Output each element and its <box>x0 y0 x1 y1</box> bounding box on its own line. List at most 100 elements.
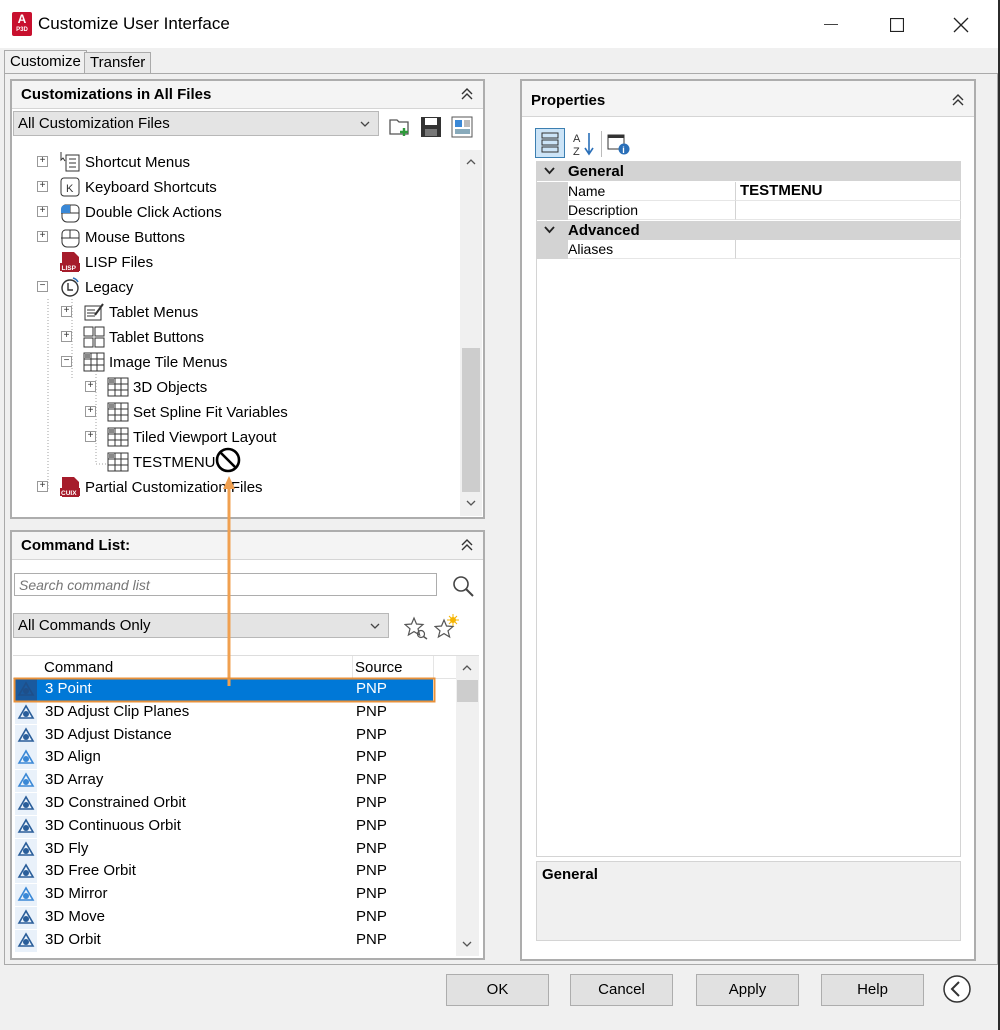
scroll-up-icon[interactable] <box>462 664 472 671</box>
collapse-icon[interactable] <box>461 87 473 101</box>
help-button[interactable]: Help <box>821 974 924 1006</box>
app-icon: A P3D <box>12 12 32 36</box>
svg-text:i: i <box>622 145 625 155</box>
expand-icon[interactable]: + <box>37 231 48 242</box>
expand-icon[interactable]: + <box>37 481 48 492</box>
property-row[interactable]: Aliases <box>536 240 961 259</box>
command-row[interactable]: 3D Adjust Clip Planes PNP <box>14 701 455 724</box>
property-value[interactable] <box>736 240 961 259</box>
chevron-down-icon[interactable] <box>544 225 555 234</box>
tree-item[interactable]: + Set Spline Fit Variables <box>85 400 288 424</box>
expand-icon[interactable]: + <box>61 306 72 317</box>
expand-icon[interactable]: + <box>61 331 72 342</box>
expand-icon[interactable]: + <box>85 431 96 442</box>
cui-editor-icon[interactable] <box>451 115 475 139</box>
property-name: Aliases <box>568 240 736 259</box>
tree-item-label: Tablet Menus <box>109 303 199 321</box>
collapse-node-icon[interactable]: − <box>61 356 72 367</box>
command-filter-value: All Commands Only <box>18 617 151 634</box>
tab-customize[interactable]: Customize <box>4 50 87 74</box>
property-value[interactable]: TESTMENU <box>736 182 961 201</box>
tree-item[interactable]: + Tablet Buttons <box>61 325 204 349</box>
maximize-button[interactable] <box>874 8 920 42</box>
property-category[interactable]: General <box>536 162 961 181</box>
tree-item[interactable]: + Tablet Menus <box>61 300 199 324</box>
tree-item[interactable]: − Image Tile Menus <box>61 350 227 374</box>
tree-item[interactable]: + Tiled Viewport Layout <box>85 425 276 449</box>
tree-item-label: Partial Customization Files <box>85 478 263 496</box>
command-row[interactable]: 3D Orbit PNP <box>14 929 455 952</box>
close-button[interactable] <box>938 8 984 42</box>
command-row[interactable]: 3D Adjust Distance PNP <box>14 724 455 747</box>
command-row[interactable]: 3 Point PNP <box>14 678 433 701</box>
property-pages-icon[interactable]: i <box>607 132 631 156</box>
chevron-down-icon <box>370 623 380 629</box>
property-category[interactable]: Advanced <box>536 220 961 240</box>
scroll-up-icon[interactable] <box>466 158 476 165</box>
tree-item[interactable]: − Legacy <box>37 275 133 299</box>
categorized-button[interactable] <box>535 128 565 158</box>
command-source: PNP <box>356 885 387 903</box>
property-row[interactable]: Description <box>536 201 961 220</box>
property-row[interactable]: Name TESTMENU <box>536 181 961 201</box>
new-command-icon[interactable] <box>434 614 460 640</box>
tree-item[interactable]: + Mouse Buttons <box>37 225 185 249</box>
expand-icon[interactable]: + <box>37 206 48 217</box>
column-source[interactable]: Source <box>355 659 403 676</box>
tree-item[interactable]: + K Keyboard Shortcuts <box>37 175 217 199</box>
command-row[interactable]: 3D Free Orbit PNP <box>14 860 455 884</box>
tab-transfer[interactable]: Transfer <box>84 52 152 73</box>
property-name: Description <box>568 201 736 220</box>
command-filter-dropdown[interactable]: All Commands Only <box>13 613 389 638</box>
collapse-panel-icon[interactable] <box>942 974 972 1004</box>
command-row[interactable]: 3D Constrained Orbit PNP <box>14 792 455 815</box>
customization-files-dropdown[interactable]: All Customization Files <box>13 111 379 136</box>
collapse-node-icon[interactable]: − <box>37 281 48 292</box>
chevron-down-icon[interactable] <box>544 167 555 175</box>
search-icon[interactable] <box>451 574 475 598</box>
command-row[interactable]: 3D Move PNP <box>14 906 455 929</box>
command-row[interactable]: 3D Array PNP <box>14 769 455 793</box>
tree-item[interactable]: + Double Click Actions <box>37 200 222 224</box>
tree-scrollbar[interactable] <box>460 150 482 516</box>
command-search-input[interactable] <box>14 573 437 596</box>
apply-button[interactable]: Apply <box>696 974 799 1006</box>
tree-scroll-thumb[interactable] <box>462 348 480 492</box>
expand-icon[interactable]: + <box>85 406 96 417</box>
save-icon[interactable] <box>420 115 442 139</box>
collapse-icon[interactable] <box>952 93 964 107</box>
expand-icon[interactable]: + <box>85 381 96 392</box>
star-search-icon[interactable] <box>404 616 428 640</box>
command-icon <box>15 861 37 884</box>
minimize-button[interactable] <box>808 8 854 42</box>
expand-icon[interactable]: + <box>37 181 48 192</box>
tablet-menu-icon <box>83 301 105 323</box>
command-icon <box>15 907 37 929</box>
property-value[interactable] <box>736 201 961 220</box>
command-row[interactable]: 3D Fly PNP <box>14 838 455 861</box>
command-row[interactable]: 3D Mirror PNP <box>14 883 455 907</box>
tree-item[interactable]: + Shortcut Menus <box>37 150 190 174</box>
command-list-header: Command List: <box>12 532 483 560</box>
tree-item[interactable]: LISP LISP Files <box>59 250 153 274</box>
tree-item[interactable]: TESTMENU <box>107 450 216 474</box>
command-name: 3D Constrained Orbit <box>45 794 186 811</box>
sort-alphabetical-icon[interactable]: A Z <box>572 131 596 157</box>
scroll-down-icon[interactable] <box>466 500 476 507</box>
open-file-icon[interactable] <box>388 115 412 139</box>
tree-item[interactable]: + CUIX Partial Customization Files <box>37 475 263 499</box>
column-command[interactable]: Command <box>44 659 113 676</box>
command-scroll-thumb[interactable] <box>457 680 478 702</box>
svg-text:Z: Z <box>573 146 580 157</box>
ok-button[interactable]: OK <box>446 974 549 1006</box>
tree-item[interactable]: +3D Objects <box>85 375 207 399</box>
command-row[interactable]: 3D Align PNP <box>14 746 455 770</box>
command-scrollbar[interactable] <box>456 656 479 956</box>
cancel-button[interactable]: Cancel <box>570 974 673 1006</box>
scroll-down-icon[interactable] <box>462 941 472 948</box>
mouse-icon <box>59 226 81 248</box>
command-table-header: Command Source <box>13 656 456 679</box>
command-row[interactable]: 3D Continuous Orbit PNP <box>14 815 455 838</box>
collapse-icon[interactable] <box>461 538 473 552</box>
expand-icon[interactable]: + <box>37 156 48 167</box>
